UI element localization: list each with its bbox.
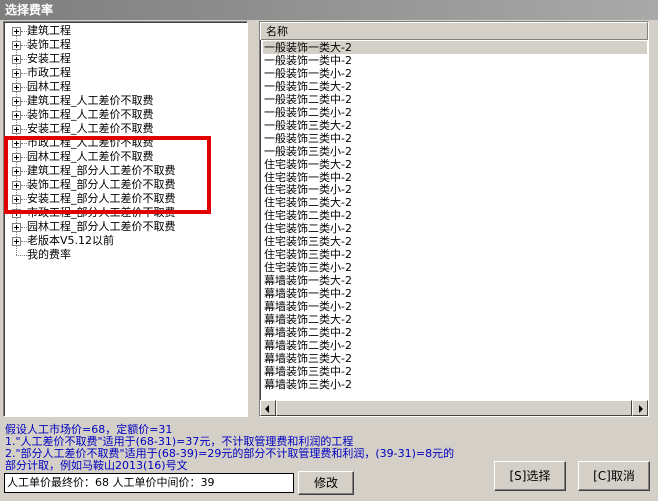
tree-item-label: 装饰工程_部分人工差价不取费 [27,178,176,191]
cancel-button[interactable]: [C]取消 [578,461,650,491]
tree-connector-line [16,255,27,256]
tree-item-label: 园林工程_部分人工差价不取费 [27,220,176,233]
expand-plus-icon[interactable] [12,41,21,50]
tree-item-label: 安装工程 [27,52,71,65]
list-item[interactable]: 幕墙装饰一类中-2 [263,287,352,300]
tree-item-label: 装饰工程 [27,38,71,51]
list-item[interactable]: 住宅装饰二类小-2 [263,222,352,235]
tree-item-label: 装饰工程_人工差价不取费 [27,108,154,121]
expand-plus-icon[interactable] [12,69,21,78]
note-line-4: 部分计取，例如马鞍山2013(16)号文 [5,459,188,472]
tree-item-label: 市政工程 [27,66,71,79]
expand-plus-icon[interactable] [12,125,21,134]
list-item[interactable]: 幕墙装饰二类小-2 [263,339,352,352]
list-item[interactable]: 一般装饰一类大-2 [263,41,647,54]
list-item[interactable]: 一般装饰一类中-2 [263,54,352,67]
expand-plus-icon[interactable] [12,83,21,92]
list-header: 名称 [260,22,648,40]
tree-item-label: 园林工程 [27,80,71,93]
tree-item-label: 市政工程_人工差价不取费 [27,136,154,149]
list-item[interactable]: 住宅装饰一类小-2 [263,183,352,196]
list-item[interactable]: 一般装饰一类小-2 [263,67,352,80]
expand-plus-icon[interactable] [12,139,21,148]
expand-plus-icon[interactable] [12,27,21,36]
tree-item-label: 安装工程_部分人工差价不取费 [27,192,176,205]
tree-item-label: 建筑工程_部分人工差价不取费 [27,164,176,177]
select-button[interactable]: [S]选择 [494,461,566,491]
tree-item-label: 我的费率 [27,248,71,261]
expand-plus-icon[interactable] [12,223,21,232]
list-item[interactable]: 一般装饰二类小-2 [263,106,352,119]
list-item[interactable]: 一般装饰二类大-2 [263,80,352,93]
list-item[interactable]: 一般装饰三类大-2 [263,119,352,132]
rate-list[interactable]: 名称 一般装饰一类大-2 一般装饰一类中-2 一般装饰一类小-2 一般装饰二类大-2 一… [259,21,649,417]
list-item[interactable]: 一般装饰三类小-2 [263,145,352,158]
list-item[interactable]: 住宅装饰二类大-2 [263,196,352,209]
tree-item-label: 建筑工程 [27,24,71,37]
expand-plus-icon[interactable] [12,209,21,218]
expand-plus-icon[interactable] [12,181,21,190]
list-item[interactable]: 一般装饰二类中-2 [263,93,352,106]
tree-item-label: 园林工程_人工差价不取费 [27,150,154,163]
list-item[interactable]: 住宅装饰三类大-2 [263,235,352,248]
modify-button[interactable]: 修改 [298,471,354,495]
tree-item-label: 安装工程_人工差价不取费 [27,122,154,135]
column-header-name[interactable]: 名称 [260,22,648,40]
list-item[interactable]: 住宅装饰二类中-2 [263,209,352,222]
list-item[interactable]: 幕墙装饰二类中-2 [263,326,352,339]
horizontal-scrollbar[interactable] [260,400,648,416]
tree-item-label: 老版本V5.12以前 [27,234,115,247]
expand-plus-icon[interactable] [12,111,21,120]
list-item[interactable]: 住宅装饰一类中-2 [263,171,352,184]
labor-price-field[interactable]: 人工单价最终价：68 人工单价中间价：39 [4,473,294,493]
list-item[interactable]: 一般装饰三类中-2 [263,132,352,145]
expand-plus-icon[interactable] [12,55,21,64]
expand-plus-icon[interactable] [12,153,21,162]
list-item[interactable]: 幕墙装饰三类大-2 [263,352,352,365]
scroll-left-button[interactable] [260,400,276,416]
tree-item-label: 市政工程_部分人工差价不取费 [27,206,176,219]
list-item[interactable]: 住宅装饰一类大-2 [263,158,352,171]
list-item[interactable]: 幕墙装饰一类大-2 [263,274,352,287]
rate-category-tree[interactable]: 建筑工程 装饰工程 安装工程 市政工程 园林工程 建筑工程_人工差价不取费 装饰工程_人工差… [3,21,248,417]
list-item[interactable]: 住宅装饰三类小-2 [263,261,352,274]
expand-plus-icon[interactable] [12,167,21,176]
list-item[interactable]: 住宅装饰三类中-2 [263,248,352,261]
expand-plus-icon[interactable] [12,97,21,106]
scroll-right-button[interactable] [632,400,648,416]
chevron-right-icon [639,405,643,413]
window-title: 选择费率 [0,0,658,20]
chevron-left-icon [265,405,269,413]
scrollbar-thumb[interactable] [276,400,632,416]
expand-plus-icon[interactable] [12,237,21,246]
tree-item-label: 建筑工程_人工差价不取费 [27,94,154,107]
list-item[interactable]: 幕墙装饰一类小-2 [263,300,352,313]
list-item[interactable]: 幕墙装饰三类中-2 [263,365,352,378]
list-item[interactable]: 幕墙装饰三类小-2 [263,378,352,391]
expand-plus-icon[interactable] [12,195,21,204]
list-item[interactable]: 幕墙装饰二类大-2 [263,313,352,326]
